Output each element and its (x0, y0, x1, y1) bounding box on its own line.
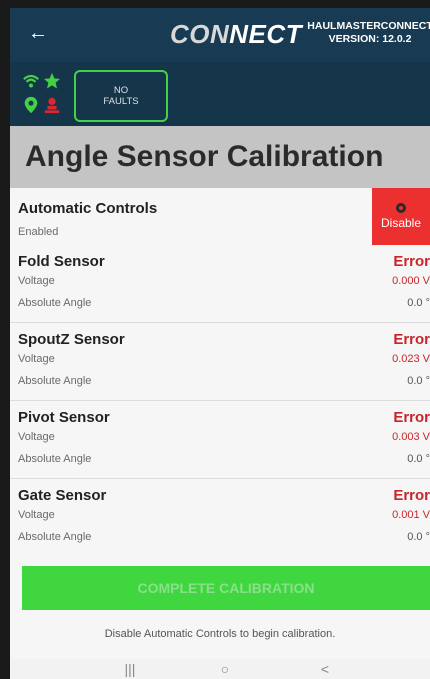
version-info: HAULMASTERCONNECT VERSION: 12.0.2 (300, 20, 430, 46)
complete-calibration-button[interactable]: COMPLETE CALIBRATION (22, 566, 430, 610)
angle-value: 0.0 ° (407, 375, 430, 387)
angle-label: Absolute Angle (18, 297, 92, 309)
app-name: HAULMASTERCONNECT (307, 20, 430, 32)
home-button[interactable]: ○ (210, 659, 240, 679)
sensor-name: Gate Sensor (18, 487, 107, 504)
status-bar: NO FAULTS (10, 62, 430, 126)
automatic-controls-label: Automatic Controls (18, 200, 158, 217)
no-faults-badge[interactable]: NO FAULTS (74, 70, 168, 122)
voltage-value: 0.003 V (392, 431, 430, 443)
sensor-state: Error (393, 409, 430, 426)
connect-logo: CONNECT (170, 19, 303, 49)
sensor-row-gate: Gate Sensor Error Voltage 0.001 V Absolu… (10, 479, 430, 556)
app-header: ← CONNECT HAULMASTERCONNECT VERSION: 12.… (10, 8, 430, 62)
nav-back-button[interactable]: < (310, 659, 340, 679)
voltage-value: 0.001 V (392, 509, 430, 521)
angle-label: Absolute Angle (18, 531, 92, 543)
sensor-list: Automatic Controls Enabled Disable Fold … (10, 188, 430, 659)
calibration-hint: Disable Automatic Controls to begin cali… (104, 628, 336, 640)
wifi-icon (23, 74, 39, 88)
recents-button[interactable]: ||| (115, 659, 145, 679)
sensor-row-fold: Fold Sensor Error Voltage 0.000 V Absolu… (10, 245, 430, 322)
automatic-controls-status: Enabled (18, 226, 59, 238)
angle-label: Absolute Angle (18, 453, 92, 465)
sensor-name: Fold Sensor (18, 253, 105, 270)
voltage-label: Voltage (18, 353, 55, 365)
disable-button[interactable]: Disable (372, 188, 430, 245)
voltage-value: 0.023 V (392, 353, 430, 365)
back-button[interactable]: ← (26, 21, 50, 45)
sensor-state: Error (393, 253, 430, 270)
sensor-name: Pivot Sensor (18, 409, 110, 426)
voltage-label: Voltage (18, 275, 55, 287)
angle-label: Absolute Angle (18, 375, 92, 387)
angle-value: 0.0 ° (407, 297, 430, 309)
voltage-label: Voltage (18, 431, 55, 443)
system-navbar: ||| ○ < (10, 659, 430, 679)
star-icon (43, 72, 61, 89)
angle-value: 0.0 ° (407, 453, 430, 465)
title-band: Angle Sensor Calibration (10, 126, 430, 188)
location-pin-icon (24, 96, 38, 114)
sensor-state: Error (393, 487, 430, 504)
back-arrow-icon: ← (28, 22, 48, 44)
sensor-state: Error (393, 331, 430, 348)
app-frame: ← CONNECT HAULMASTERCONNECT VERSION: 12.… (10, 8, 430, 679)
sensor-row-pivot: Pivot Sensor Error Voltage 0.003 V Absol… (10, 401, 430, 478)
operator-icon (44, 97, 60, 114)
page-title: Angle Sensor Calibration (25, 140, 384, 173)
sensor-row-spoutz: SpoutZ Sensor Error Voltage 0.023 V Abso… (10, 323, 430, 400)
version-label: VERSION: 12.0.2 (328, 33, 412, 45)
angle-value: 0.0 ° (407, 531, 430, 543)
voltage-value: 0.000 V (392, 275, 430, 287)
automatic-controls-row: Automatic Controls Enabled Disable (10, 188, 430, 245)
sensor-name: SpoutZ Sensor (18, 331, 125, 348)
voltage-label: Voltage (18, 509, 55, 521)
record-icon (396, 203, 406, 213)
